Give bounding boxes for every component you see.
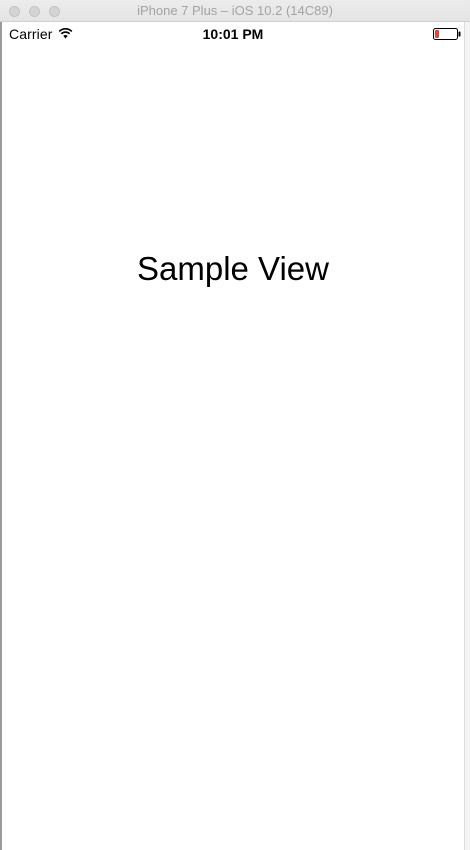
sample-view-label: Sample View — [137, 250, 329, 287]
status-bar: Carrier 10:01 PM — [2, 22, 464, 46]
battery-low-icon — [433, 28, 461, 40]
background-edge-right — [464, 22, 470, 850]
window-titlebar[interactable]: iPhone 7 Plus – iOS 10.2 (14C89) — [0, 0, 470, 22]
device-screen[interactable]: Carrier 10:01 PM Sample View — [2, 22, 464, 850]
status-time: 10:01 PM — [202, 26, 264, 42]
simulator-window: iPhone 7 Plus – iOS 10.2 (14C89) Carrier… — [0, 0, 470, 850]
window-title: iPhone 7 Plus – iOS 10.2 (14C89) — [137, 3, 333, 18]
